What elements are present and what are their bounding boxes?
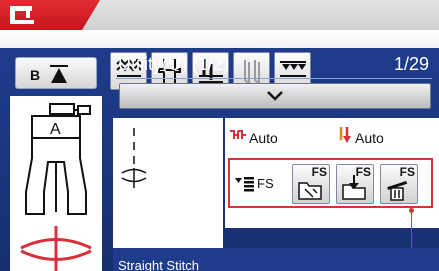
presser-foot-frame: A xyxy=(10,96,102,271)
thread-tension-value[interactable]: Auto xyxy=(249,130,278,146)
file-storage-label: FS xyxy=(257,176,274,191)
delete-file-button[interactable]: FS xyxy=(380,164,418,204)
open-folder-icon xyxy=(342,175,366,200)
sewing-machine-icon xyxy=(10,6,34,24)
presser-foot-a-icon: A xyxy=(25,103,91,215)
header-band xyxy=(0,30,439,48)
title-divider xyxy=(116,78,432,79)
foot-pressure-icon xyxy=(339,127,351,143)
mode-title: Utility(U) (1/2) xyxy=(118,54,229,74)
balance-icon xyxy=(280,61,306,77)
open-file-button[interactable]: FS xyxy=(336,164,374,204)
settings-panel: Auto Auto FS FS FS FS xyxy=(225,118,439,228)
left-panel: B A xyxy=(10,54,102,271)
callout-dot xyxy=(409,208,414,213)
expand-bar[interactable] xyxy=(119,83,431,109)
tie-off-icon xyxy=(244,60,260,86)
foot-pressure-value[interactable]: Auto xyxy=(355,130,384,146)
save-file-button[interactable]: FS xyxy=(292,164,330,204)
needle-position-label: B xyxy=(30,67,41,83)
file-storage-icon xyxy=(235,177,254,192)
foot-letter: A xyxy=(50,121,61,138)
stitch-preview xyxy=(113,118,223,248)
save-folder-icon xyxy=(298,182,322,200)
stitch-guide-icon xyxy=(20,226,92,271)
needle-position-icon xyxy=(50,65,68,83)
straight-stitch-preview-icon xyxy=(121,128,147,188)
delete-file-icon xyxy=(387,180,408,201)
pattern-page-indicator: 1/29 xyxy=(393,54,429,74)
chevron-down-icon xyxy=(267,91,283,101)
file-storage-group: FS FS FS FS xyxy=(228,158,433,208)
top-bar xyxy=(0,0,439,30)
thread-tension-icon xyxy=(230,130,246,139)
needle-position-button[interactable]: B xyxy=(15,57,97,89)
stitch-name: Straight Stitch xyxy=(118,258,199,271)
